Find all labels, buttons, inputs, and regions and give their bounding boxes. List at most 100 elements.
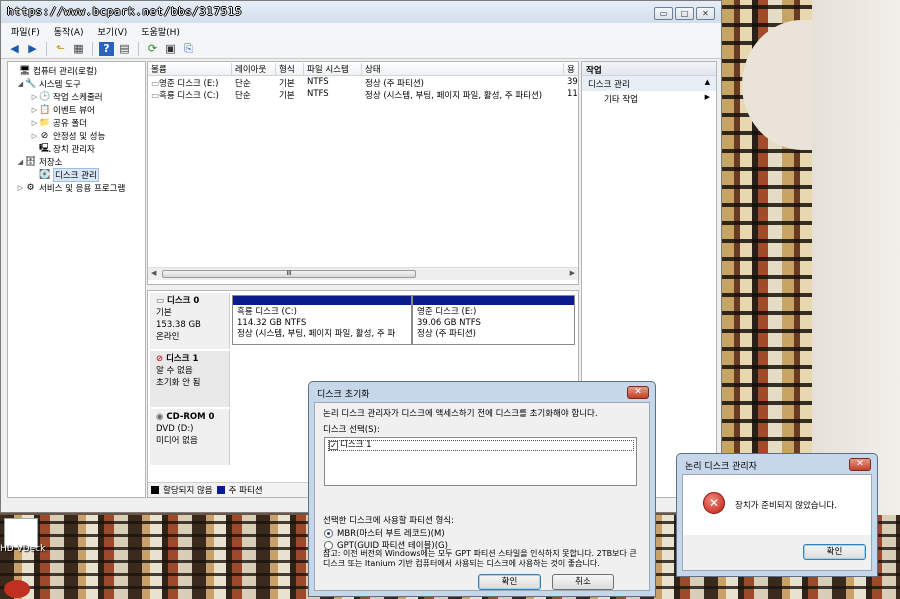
forward-arrow-icon[interactable]: ▶ bbox=[25, 42, 40, 56]
close-icon[interactable]: ✕ bbox=[627, 386, 649, 399]
tree-item[interactable]: ▷ 📁 공유 폴더 bbox=[30, 116, 87, 129]
list-view-icon[interactable]: ▤ bbox=[117, 42, 132, 56]
column-status[interactable]: 상태 bbox=[362, 63, 564, 75]
tree-item[interactable]: ▷ ⊘ 안정성 및 성능 bbox=[30, 129, 106, 142]
tree-item-label: 컴퓨터 관리(로컬) bbox=[33, 66, 98, 77]
tree-item-label: 이벤트 뷰어 bbox=[53, 105, 95, 116]
menu-view[interactable]: 보기(V) bbox=[98, 25, 128, 38]
tree-item-label: 공유 폴더 bbox=[53, 118, 87, 129]
partition-name: 영준 디스크 (E:) bbox=[417, 307, 477, 317]
radio-selected-icon[interactable] bbox=[324, 528, 333, 538]
collapse-arrow-icon[interactable]: ▲ bbox=[705, 78, 710, 86]
capacity-cell: 114 bbox=[567, 89, 578, 99]
desktop-icon-label[interactable]: HD VDeck bbox=[0, 544, 45, 554]
shared-folder-icon: 📁 bbox=[39, 117, 51, 128]
column-layout[interactable]: 레이아웃 bbox=[232, 63, 276, 75]
dialog-body: 논리 디스크 관리자가 디스크에 액세스하기 전에 디스크를 초기화해야 합니다… bbox=[314, 402, 650, 591]
partition-bar bbox=[413, 296, 574, 305]
partition-c[interactable]: 흑룡 디스크 (C:) 114.32 GB NTFS 정상 (시스템, 부팅, … bbox=[232, 295, 412, 345]
horizontal-scrollbar[interactable]: ◀ III ▶ bbox=[148, 267, 578, 280]
disk-0-label[interactable]: ▭ 디스크 0 기본 153.38 GB 온라인 bbox=[150, 293, 230, 349]
error-ok-button[interactable]: 확인 bbox=[803, 544, 866, 560]
scroll-right-icon[interactable]: ▶ bbox=[570, 269, 575, 277]
column-capacity[interactable]: 용 bbox=[564, 63, 578, 75]
tree-item[interactable]: ▷ ⚙ 서비스 및 응용 프로그램 bbox=[16, 181, 126, 194]
cancel-button[interactable]: 취소 bbox=[552, 574, 614, 590]
mbr-label: MBR(마스터 부트 레코드)(M) bbox=[337, 529, 445, 539]
legend-label-primary: 주 파티션 bbox=[228, 486, 263, 496]
disk-checkbox[interactable]: ✓ bbox=[329, 441, 338, 450]
legend-swatch-unallocated bbox=[151, 486, 159, 494]
disk-1-status: 초기화 안 됨 bbox=[156, 378, 201, 388]
tree-item[interactable]: ▷ 🕒 작업 스케줄러 bbox=[30, 90, 103, 103]
tree-item[interactable]: ◢ 🔧 시스템 도구 bbox=[16, 77, 81, 90]
tree-item[interactable]: 🖳 장치 관리자 bbox=[30, 142, 95, 155]
desktop-app-icon-2[interactable] bbox=[4, 580, 30, 598]
scroll-thumb[interactable]: III bbox=[162, 270, 416, 278]
performance-icon: ⊘ bbox=[40, 130, 49, 141]
table-row[interactable]: ▭영준 디스크 (E:) 단순 기본 NTFS 정상 (주 파티션) 39. bbox=[148, 77, 578, 89]
actions-header: 작업 bbox=[582, 62, 716, 76]
tree-item-label: 안정성 및 성능 bbox=[53, 131, 106, 142]
disk-0-type: 기본 bbox=[156, 308, 172, 318]
disk-select-list[interactable]: ✓ 디스크 1 bbox=[324, 437, 637, 486]
close-button[interactable]: ✕ bbox=[696, 7, 715, 20]
tree-item[interactable]: ◢ 🗄 저장소 bbox=[16, 155, 63, 168]
expand-arrow-icon[interactable]: ▷ bbox=[30, 132, 39, 140]
column-type[interactable]: 형식 bbox=[276, 63, 304, 75]
up-folder-icon[interactable]: ⬑ bbox=[53, 42, 68, 56]
actions-more[interactable]: 기타 작업 ▶ bbox=[582, 91, 716, 106]
console-tree-icon[interactable]: ▦ bbox=[71, 42, 86, 56]
help-icon[interactable]: ? bbox=[99, 42, 114, 56]
expand-arrow-icon[interactable]: ▷ bbox=[30, 119, 39, 127]
dialog-title-bar[interactable]: 디스크 초기화 ✕ bbox=[309, 382, 655, 404]
expand-arrow-icon[interactable]: ▷ bbox=[30, 93, 39, 101]
actions-section-disk-management[interactable]: 디스크 관리 ▲ bbox=[582, 76, 716, 91]
table-row[interactable]: ▭흑룡 디스크 (C:) 단순 기본 NTFS 정상 (시스템, 부팅, 페이지… bbox=[148, 89, 578, 101]
status-cell: 정상 (시스템, 부팅, 페이지 파일, 활성, 주 파티션) bbox=[365, 91, 543, 101]
expand-arrow-icon[interactable]: ▷ bbox=[16, 184, 25, 192]
scroll-left-icon[interactable]: ◀ bbox=[151, 269, 156, 277]
list-item[interactable]: ✓ 디스크 1 bbox=[328, 440, 634, 451]
disk-item-label: 디스크 1 bbox=[340, 440, 372, 450]
expand-arrow-icon[interactable]: ◢ bbox=[16, 158, 25, 166]
volume-list-header: 볼륨 레이아웃 형식 파일 시스템 상태 용 bbox=[148, 62, 578, 76]
expand-arrow-icon[interactable]: ◢ bbox=[16, 80, 25, 88]
error-message-area: ✕ 장치가 준비되지 않았습니다. bbox=[683, 475, 871, 535]
tree-item-label: 디스크 관리 bbox=[53, 167, 99, 182]
properties-icon[interactable]: ▣ bbox=[163, 42, 178, 56]
volume-icon: ▭ bbox=[151, 91, 160, 101]
menu-file[interactable]: 파일(F) bbox=[11, 25, 40, 38]
cdrom-0-label[interactable]: ◉ CD-ROM 0 DVD (D:) 미디어 없음 bbox=[150, 409, 230, 465]
tree-item[interactable]: ▷ 📋 이벤트 뷰어 bbox=[30, 103, 95, 116]
column-filesystem[interactable]: 파일 시스템 bbox=[304, 63, 362, 75]
close-icon[interactable]: ✕ bbox=[849, 458, 871, 471]
tree-item[interactable]: 🖥 컴퓨터 관리(로컬) bbox=[10, 64, 97, 77]
menu-action[interactable]: 동작(A) bbox=[54, 25, 84, 38]
expand-arrow-icon[interactable]: ▷ bbox=[30, 106, 39, 114]
volume-icon: ▭ bbox=[151, 79, 160, 89]
volume-name-cell: ▭영준 디스크 (E:) bbox=[151, 79, 219, 89]
disk-1-label[interactable]: ⊘ 디스크 1 알 수 없음 초기화 안 됨 bbox=[150, 351, 230, 407]
ok-button[interactable]: 확인 bbox=[478, 574, 541, 590]
minimize-button[interactable]: ▭ bbox=[654, 7, 673, 20]
back-arrow-icon[interactable]: ◀ bbox=[7, 42, 22, 56]
partition-size: 114.32 GB NTFS bbox=[237, 318, 307, 328]
partition-e[interactable]: 영준 디스크 (E:) 39.06 GB NTFS 정상 (주 파티션) bbox=[412, 295, 575, 345]
toolbar-separator bbox=[92, 42, 93, 56]
partition-status: 정상 (시스템, 부팅, 페이지 파일, 활성, 주 파 bbox=[237, 329, 396, 339]
cdrom-status: 미디어 없음 bbox=[156, 436, 198, 446]
refresh-icon[interactable]: ⟳ bbox=[145, 42, 160, 56]
mbr-radio[interactable]: MBR(마스터 부트 레코드)(M) bbox=[324, 527, 445, 539]
menu-help[interactable]: 도움말(H) bbox=[141, 25, 180, 38]
partition-name: 흑룡 디스크 (C:) bbox=[237, 307, 297, 317]
computer-manage-icon: 🖥 bbox=[19, 65, 31, 76]
title-bar[interactable]: https://www.bcpark.net/bbs/317515 ▭ □ ✕ bbox=[1, 1, 721, 23]
error-title-bar[interactable]: 논리 디스크 관리자 ✕ bbox=[677, 454, 877, 476]
export-icon[interactable]: ⎘ bbox=[181, 42, 196, 56]
tree-item[interactable]: 💽 디스크 관리 bbox=[30, 167, 99, 182]
maximize-button[interactable]: □ bbox=[675, 7, 694, 20]
column-volume[interactable]: 볼륨 bbox=[148, 63, 232, 75]
type-cell: 기본 bbox=[279, 79, 295, 89]
error-icon: ✕ bbox=[703, 492, 725, 514]
